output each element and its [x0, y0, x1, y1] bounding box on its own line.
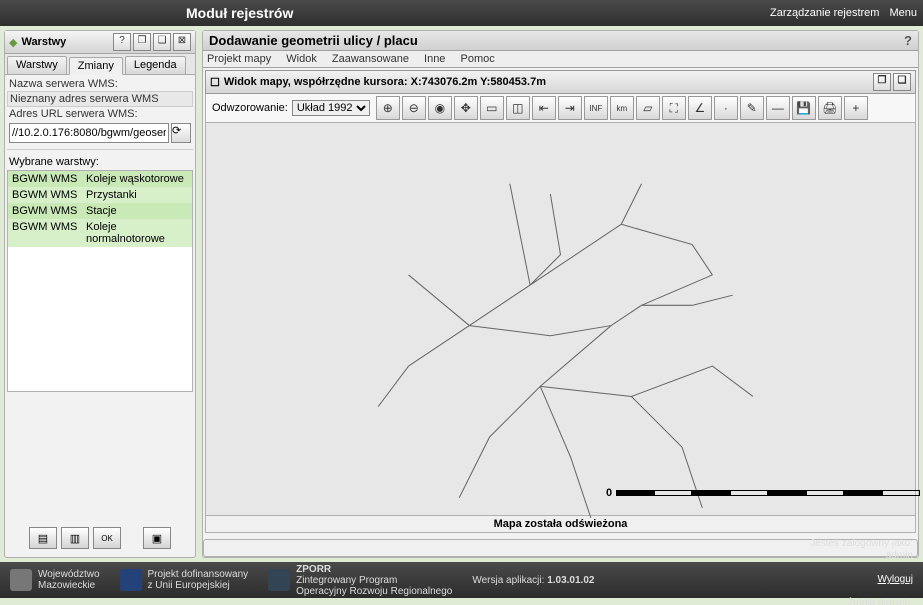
- menu-widok[interactable]: Widok: [286, 53, 317, 65]
- menu-projekt[interactable]: Projekt mapy: [207, 53, 271, 65]
- load-wms-button[interactable]: ⟳: [171, 123, 191, 143]
- layers-panel: ◆ Warstwy ? ❐ ❏ ⊠ Warstwy Zmiany Legenda…: [4, 30, 196, 558]
- map-canvas[interactable]: 0 200.0km: [205, 123, 916, 516]
- zoom-out-icon[interactable]: ⊖: [402, 96, 426, 120]
- pan-icon[interactable]: ✥: [454, 96, 478, 120]
- eu-logo: [120, 569, 142, 591]
- zoom-in-icon[interactable]: ⊕: [376, 96, 400, 120]
- tab-zmiany[interactable]: Zmiany: [69, 57, 123, 75]
- logout-link[interactable]: Wyloguj: [614, 574, 913, 586]
- next-extent-icon[interactable]: ⇥: [558, 96, 582, 120]
- full-extent-icon[interactable]: ◉: [428, 96, 452, 120]
- angle-icon[interactable]: ∠: [688, 96, 712, 120]
- menu-link[interactable]: Menu: [889, 7, 917, 19]
- menu-bar: Projekt mapy Widok Zaawansowane Inne Pom…: [203, 51, 918, 68]
- point-icon[interactable]: ·: [714, 96, 738, 120]
- rect-icon[interactable]: ▭: [480, 96, 504, 120]
- measure-area-icon[interactable]: ▱: [636, 96, 660, 120]
- session-info: Jesteś zalogowny jako: admin Wyloguj Źró…: [614, 538, 913, 605]
- page-help-icon[interactable]: ?: [904, 33, 912, 48]
- layer-row[interactable]: BGWM WMSPrzystanki: [8, 187, 192, 203]
- menu-pomoc[interactable]: Pomoc: [461, 53, 495, 65]
- map-maximize-icon[interactable]: ❏: [893, 73, 911, 91]
- wms-url-label: Adres URL serwera WMS:: [7, 107, 193, 121]
- move-up-button[interactable]: ▤: [29, 527, 57, 549]
- page-title: Dodawanie geometrii ulicy / placu: [209, 33, 418, 48]
- ok-button[interactable]: OK: [93, 527, 121, 549]
- app-title: Moduł rejestrów: [186, 5, 293, 21]
- draw-icon[interactable]: ✎: [740, 96, 764, 120]
- main-panel: Dodawanie geometrii ulicy / placu ? Proj…: [202, 30, 919, 558]
- manage-registry-link[interactable]: Zarządzanie rejestrem: [770, 7, 879, 19]
- layers-panel-title: Warstwy: [21, 36, 66, 48]
- window-icon[interactable]: ◫: [506, 96, 530, 120]
- projection-label: Odwzorowanie:: [208, 102, 292, 114]
- save-icon[interactable]: 💾: [792, 96, 816, 120]
- selected-layers-label: Wybrane warstwy:: [7, 149, 193, 170]
- restore-icon[interactable]: ❐: [133, 33, 151, 51]
- print-icon[interactable]: 🖨: [818, 96, 842, 120]
- map-window-checkbox[interactable]: ☐: [210, 76, 220, 89]
- wms-name-label: Nazwa serwera WMS:: [7, 77, 193, 91]
- select-poly-icon[interactable]: ⛶: [662, 96, 686, 120]
- tab-legenda[interactable]: Legenda: [125, 56, 186, 74]
- layer-row[interactable]: BGWM WMSKoleje wąskotorowe: [8, 171, 192, 187]
- help-icon[interactable]: ?: [113, 33, 131, 51]
- zporr-label: ZPORRZintegrowany Program Operacyjny Roz…: [296, 564, 452, 597]
- measure-dist-icon[interactable]: km: [610, 96, 634, 120]
- zporr-logo: [268, 569, 290, 591]
- projection-select[interactable]: Układ 1992: [292, 100, 370, 116]
- prev-extent-icon[interactable]: ⇤: [532, 96, 556, 120]
- maximize-icon[interactable]: ❏: [153, 33, 171, 51]
- wojewodztwo-logo: [10, 569, 32, 591]
- wojewodztwo-label: Województwo Mazowieckie: [38, 569, 100, 591]
- add-icon[interactable]: +: [844, 96, 868, 120]
- wms-url-input[interactable]: [9, 123, 169, 143]
- remove-button[interactable]: ▣: [143, 527, 171, 549]
- layer-row[interactable]: BGWM WMSStacje: [8, 203, 192, 219]
- map-toolbar: Odwzorowanie: Układ 1992 ⊕ ⊖ ◉ ✥ ▭ ◫ ⇤ ⇥…: [205, 94, 916, 123]
- eu-label: Projekt dofinansowany z Unii Europejskie…: [148, 569, 249, 591]
- move-down-button[interactable]: ▥: [61, 527, 89, 549]
- menu-zaawansowane[interactable]: Zaawansowane: [332, 53, 409, 65]
- info-icon[interactable]: INF: [584, 96, 608, 120]
- map-restore-icon[interactable]: ❐: [873, 73, 891, 91]
- layer-row[interactable]: BGWM WMSKoleje normalnotorowe: [8, 219, 192, 247]
- app-version: Wersja aplikacji: 1.03.01.02: [472, 575, 594, 586]
- line-icon[interactable]: —: [766, 96, 790, 120]
- collapse-icon[interactable]: ◆: [9, 36, 17, 49]
- tab-warstwy[interactable]: Warstwy: [7, 56, 67, 74]
- wms-name-value: Nieznany adres serwera WMS: [7, 91, 193, 107]
- menu-inne[interactable]: Inne: [424, 53, 445, 65]
- scale-bar: 0 200.0km: [606, 487, 923, 499]
- close-icon[interactable]: ⊠: [173, 33, 191, 51]
- map-window-title: Widok mapy, współrzędne kursora: X:74307…: [224, 76, 546, 88]
- layers-list: BGWM WMSKoleje wąskotorowe BGWM WMSPrzys…: [7, 170, 193, 392]
